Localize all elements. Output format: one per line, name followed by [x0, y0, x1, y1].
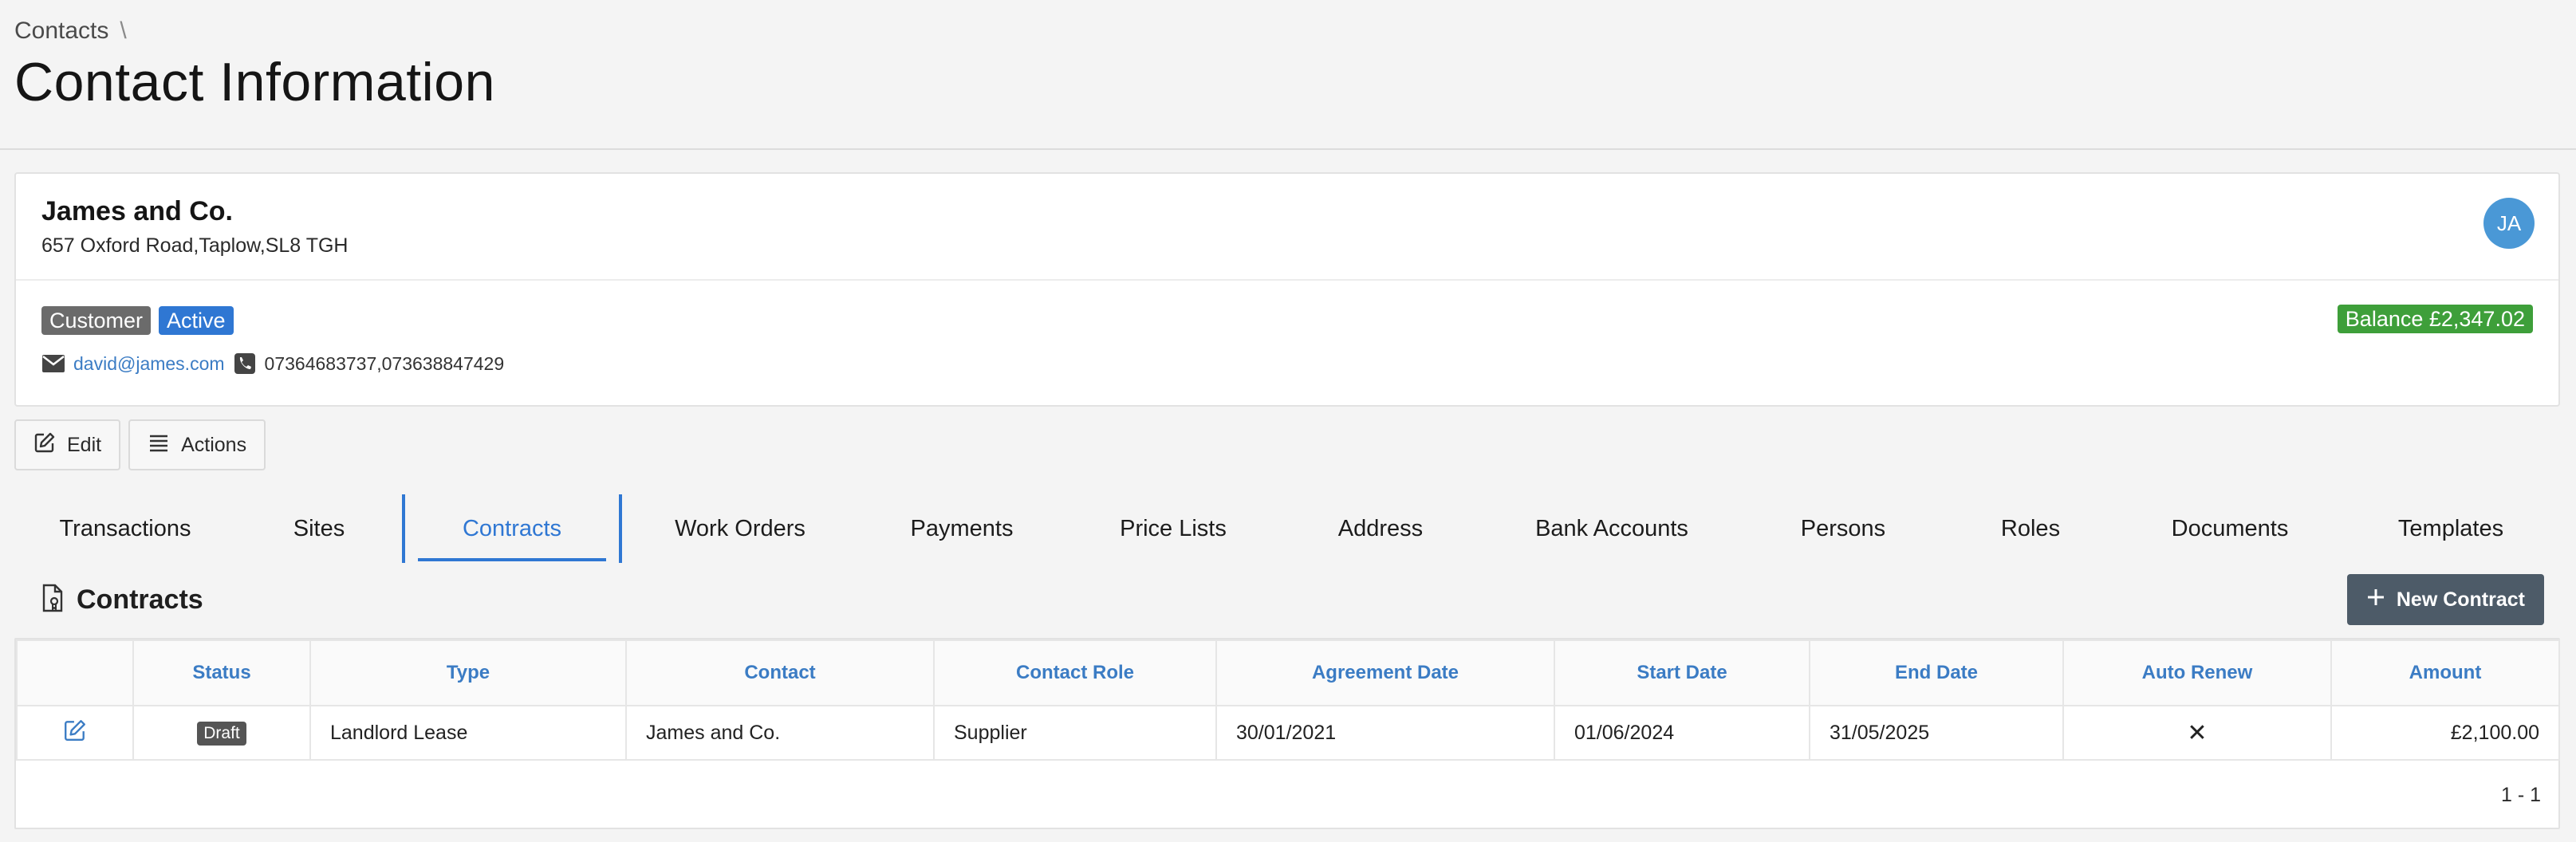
tab-roles[interactable]: Roles: [1943, 494, 2118, 563]
start-date-cell: 01/06/2024: [1554, 705, 1810, 761]
section-header: Contracts New Contract: [14, 571, 2560, 628]
contact-address: 657 Oxford Road,Taplow,SL8 TGH: [41, 234, 349, 257]
balance-badge: Balance £2,347.02: [2337, 305, 2533, 333]
header-type[interactable]: Type: [309, 639, 627, 706]
breadcrumb: Contacts \: [14, 18, 127, 45]
tab-price-lists[interactable]: Price Lists: [1065, 494, 1281, 563]
tab-persons[interactable]: Persons: [1743, 494, 1943, 563]
plus-icon: [2366, 588, 2385, 612]
tab-documents[interactable]: Documents: [2118, 494, 2342, 563]
agreement-date-cell: 30/01/2021: [1215, 705, 1555, 761]
tab-bar: Transactions Sites Contracts Work Orders…: [14, 494, 2560, 563]
row-edit-icon[interactable]: [63, 719, 87, 747]
tab-payments[interactable]: Payments: [858, 494, 1065, 563]
header-actions: [16, 639, 134, 706]
pagination: 1 - 1: [2500, 784, 2541, 806]
action-buttons: Edit Actions: [14, 419, 266, 470]
tab-transactions[interactable]: Transactions: [14, 494, 236, 563]
actions-button[interactable]: Actions: [128, 419, 266, 470]
actions-button-label: Actions: [181, 433, 247, 456]
table-header-row: Status Type Contact Contact Role Agreeme…: [16, 639, 2560, 706]
tab-sites[interactable]: Sites: [236, 494, 402, 563]
new-contract-label: New Contract: [2396, 588, 2525, 611]
card-divider: [16, 279, 2558, 281]
header-contact[interactable]: Contact: [625, 639, 935, 706]
page: Contacts \ Contact Information James and…: [0, 0, 2576, 842]
status-badge: Draft: [197, 721, 246, 746]
table-row[interactable]: Draft Landlord Lease James and Co. Suppl…: [16, 705, 2560, 761]
contact-cell: James and Co.: [625, 705, 935, 761]
edit-button-label: Edit: [67, 433, 102, 456]
header-auto-renew[interactable]: Auto Renew: [2062, 639, 2332, 706]
email-link[interactable]: david@james.com: [73, 353, 225, 375]
contact-role-cell: Supplier: [933, 705, 1217, 761]
edit-button[interactable]: Edit: [14, 419, 121, 470]
header-end-date[interactable]: End Date: [1809, 639, 2064, 706]
amount-cell: £2,100.00: [2330, 705, 2560, 761]
contact-card: James and Co. 657 Oxford Road,Taplow,SL8…: [14, 172, 2560, 407]
tab-templates[interactable]: Templates: [2342, 494, 2560, 563]
document-icon: [41, 584, 64, 616]
status-cell: Draft: [132, 705, 311, 761]
row-edit-cell[interactable]: [16, 705, 134, 761]
phone-number: 07364683737,073638847429: [264, 352, 505, 374]
header-status[interactable]: Status: [132, 639, 311, 706]
type-cell: Landlord Lease: [309, 705, 627, 761]
auto-renew-cell: ✕: [2062, 705, 2332, 761]
header-amount[interactable]: Amount: [2330, 639, 2560, 706]
page-title: Contact Information: [14, 52, 495, 112]
new-contract-button[interactable]: New Contract: [2346, 574, 2544, 625]
menu-icon: [148, 433, 170, 458]
header-contact-role[interactable]: Contact Role: [933, 639, 1217, 706]
header-divider: [0, 148, 2576, 150]
mail-icon: [41, 352, 65, 375]
header-start-date[interactable]: Start Date: [1554, 639, 1810, 706]
avatar[interactable]: JA: [2483, 198, 2535, 249]
tab-address[interactable]: Address: [1281, 494, 1480, 563]
edit-icon: [33, 431, 56, 459]
tab-work-orders[interactable]: Work Orders: [622, 494, 858, 563]
x-icon: ✕: [2187, 719, 2208, 746]
customer-badge: Customer: [41, 306, 152, 335]
tab-bank-accounts[interactable]: Bank Accounts: [1480, 494, 1743, 563]
status-badges: Customer Active: [41, 306, 234, 335]
section-title: Contracts: [77, 584, 203, 615]
contact-details: david@james.com 07364683737,073638847429: [41, 352, 504, 375]
breadcrumb-contacts-link[interactable]: Contacts: [14, 18, 108, 45]
phone-icon: [233, 352, 257, 375]
end-date-cell: 31/05/2025: [1809, 705, 2064, 761]
header-agreement-date[interactable]: Agreement Date: [1215, 639, 1555, 706]
breadcrumb-separator: \: [120, 18, 127, 44]
tab-contracts[interactable]: Contracts: [402, 494, 622, 563]
contracts-table: Status Type Contact Contact Role Agreeme…: [14, 638, 2560, 829]
active-badge: Active: [159, 306, 234, 335]
contact-name: James and Co.: [41, 196, 233, 226]
